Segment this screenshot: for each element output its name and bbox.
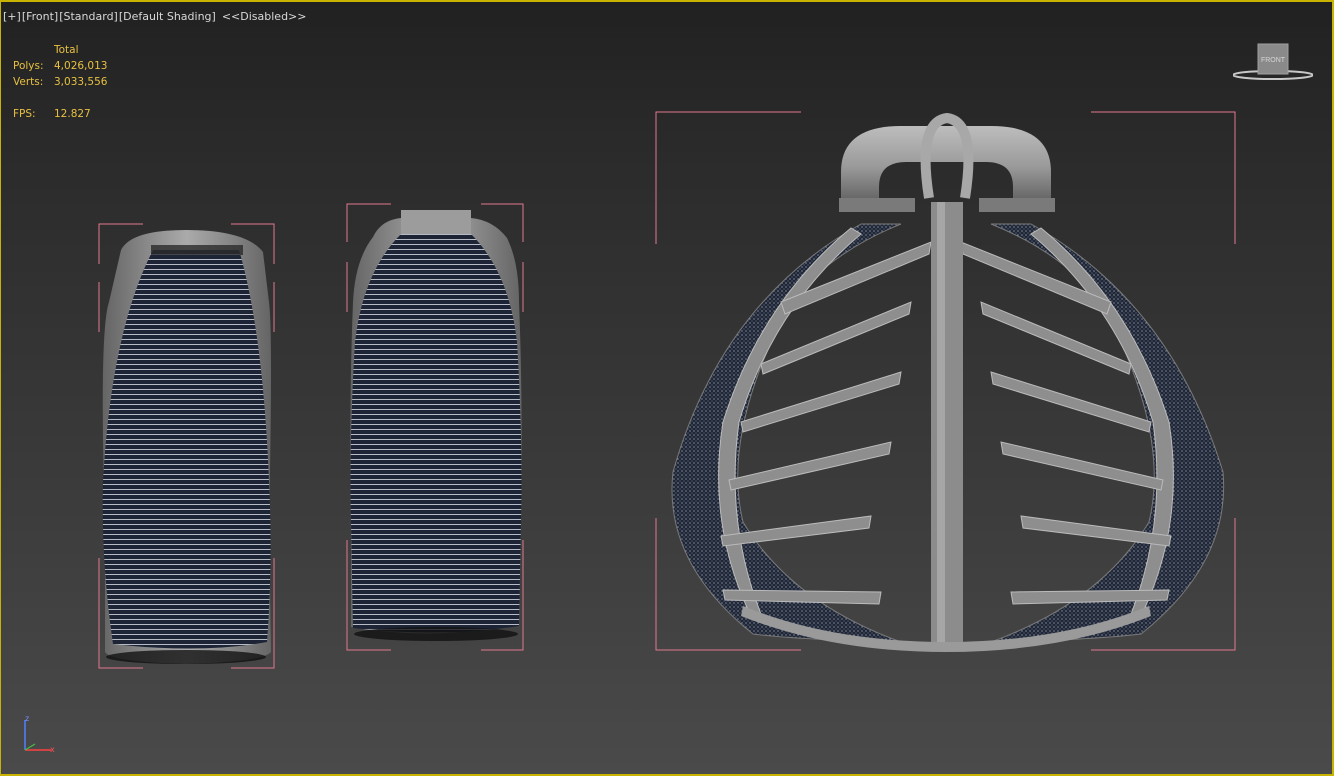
viewport-scene[interactable] [1,2,1334,776]
viewcube-front-face-label[interactable]: FRONT [1261,57,1286,64]
fps-label: FPS: [13,108,36,120]
polys-label: Polys: [13,60,44,72]
axis-z-label: z [25,714,29,723]
statistics-overlay: Total Polys: 4,026,013 Verts: 3,033,556 FP… [13,42,107,122]
lamp-cage-object[interactable] [671,112,1225,652]
viewport-plus-menu[interactable]: [+] [3,10,21,23]
viewport-label-menu[interactable]: [+] [Front] [Standard] [Default Shading]… [3,10,306,23]
polys-value: 4,026,013 [54,60,108,72]
vase-middle-object[interactable] [350,210,522,641]
viewcube[interactable]: FRONT [1232,40,1314,82]
axis-tripod-icon: z x [17,714,67,758]
viewport-point-of-view-menu[interactable]: [Front] [22,10,58,23]
viewport-disabled-status[interactable]: <<Disabled>> [222,10,307,23]
verts-label: Verts: [13,76,44,88]
fps-value: 12.827 [54,108,91,120]
vase-left-object[interactable] [102,230,271,664]
viewport-shading-menu[interactable]: [Default Shading] [119,10,216,23]
verts-value: 3,033,556 [54,76,108,88]
viewport-standard-menu[interactable]: [Standard] [59,10,118,23]
front-viewport[interactable]: [+] [Front] [Standard] [Default Shading]… [0,0,1334,776]
stats-total-header: Total [54,44,79,56]
axis-x-label: x [50,745,55,754]
